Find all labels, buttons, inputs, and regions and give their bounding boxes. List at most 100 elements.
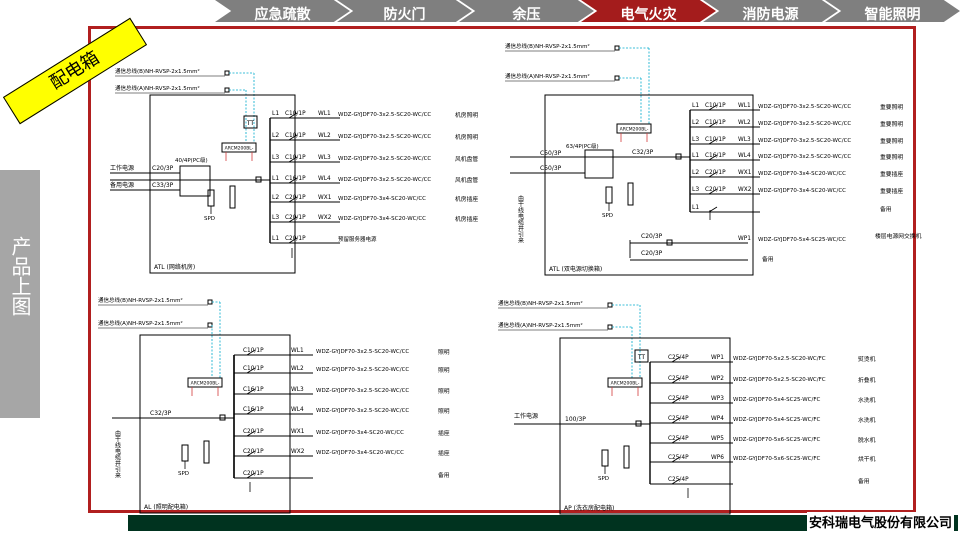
cable-spec: WDZ-GYJDF70-5x4-SC25-WC/FC	[733, 417, 821, 423]
spd-label: SPD	[204, 216, 215, 222]
circuit-id: WX2	[318, 215, 332, 221]
box-label: AP (洗衣房配电箱)	[564, 504, 614, 512]
circuit-id: WP2	[711, 376, 724, 382]
circuit-id: WP6	[711, 455, 724, 461]
load-label: 烘干机	[858, 455, 876, 463]
surge-device	[623, 445, 630, 469]
cable-spec: WDZ-GYJDF70-5x2.5-SC20-WC/FC	[733, 356, 826, 362]
terminal-b	[607, 302, 613, 308]
phase-label: L3	[692, 136, 699, 143]
load-label: 重要插座	[880, 187, 903, 195]
meter-label: ARCM200BL-	[191, 381, 220, 387]
spd-device	[605, 186, 613, 204]
feeder-source-label: 由干线电缆井引来	[517, 194, 524, 244]
phase-label: L1	[272, 175, 279, 182]
cable-spec: WDZ-GYJDF70-3x4-SC20-WC/CC	[338, 216, 426, 222]
load-label: 重要照明	[880, 120, 903, 128]
load-label: 重要照明	[880, 103, 903, 111]
load-label: 楼层电源网交换机	[875, 232, 922, 240]
cable-spec: WDZ-GYJDF70-3x2.5-SC20-WC/CC	[758, 121, 851, 127]
spd-device	[207, 189, 215, 207]
meter-label: ARCM200BL-	[225, 146, 254, 152]
circuit-id: WX2	[738, 187, 752, 193]
aux-terminal	[666, 239, 673, 246]
circuit-id: WL3	[318, 155, 331, 161]
ats-label: 40/4P(PC级)	[175, 156, 208, 164]
main-breaker-label: C32/3P	[632, 149, 654, 156]
phase-label: L2	[272, 194, 279, 201]
source-work-label: 工作电源	[514, 412, 538, 420]
terminal-a	[224, 87, 230, 93]
load-label: 插座	[438, 449, 450, 457]
load-label: 熨烫机	[858, 355, 876, 363]
circuit-id: WX1	[291, 429, 305, 435]
surge-device	[627, 182, 634, 206]
load-label: 照明	[438, 367, 450, 374]
spd-label: SPD	[602, 213, 613, 219]
aux-breaker-2: C20/3P	[641, 250, 663, 257]
cable-spec: WDZ-GYJDF70-3x4-SC20-WC/CC	[758, 171, 846, 177]
source-backup-label: 备用电源	[110, 181, 134, 189]
cable-spec: WDZ-GYJDF70-3x2.5-SC20-WC/CC	[338, 177, 431, 183]
surge-device	[203, 440, 210, 464]
incoming-breaker-1: C50/3P	[540, 150, 562, 157]
phase-label: L3	[692, 186, 699, 193]
circuit-id: WL1	[291, 348, 304, 354]
cable-spec: WDZ-GYJDF70-3x4-SC20-WC/CC	[338, 196, 426, 202]
circuit-id: WL1	[738, 103, 751, 109]
source-work-label: 工作电源	[110, 164, 134, 172]
load-label: 折叠机	[858, 376, 876, 384]
load-label: 机房照明	[455, 133, 478, 141]
meter-label: ARCM200BL-	[611, 381, 640, 387]
load-label: 水洗机	[858, 416, 876, 424]
circuit-id: WP4	[711, 416, 724, 422]
load-label: 插座	[438, 429, 450, 437]
circuit-id: WL4	[318, 176, 331, 182]
terminal-b	[224, 70, 230, 76]
load-label: 水洗机	[858, 396, 876, 404]
terminal-a	[614, 75, 620, 81]
comm-bus-b-label: 通信总线(B)NH-RVSP-2x1.5mm²	[98, 296, 183, 304]
cable-spec: WDZ-GYJDF70-3x2.5-SC20-WC/CC	[316, 367, 409, 373]
circuit-id: WX2	[291, 449, 305, 455]
spd-device	[601, 449, 609, 467]
meter-label: ARCM200BL-	[620, 127, 649, 133]
incoming-breaker-2: C50/3P	[540, 165, 562, 172]
circuit-id: WP3	[711, 396, 724, 402]
spd-label: SPD	[178, 471, 189, 477]
cable-spec: WDZ-GYJDF70-3x2.5-SC20-WC/CC	[316, 408, 409, 414]
comm-bus-a-label: 通信总线(A)NH-RVSP-2x1.5mm²	[505, 72, 590, 80]
phase-label: L1	[692, 204, 699, 211]
cable-spec: WDZ-GYJDF70-3x4-SC20-WC/CC	[316, 450, 404, 456]
spd-label: SPD	[598, 476, 609, 482]
box-label: AL (照明配电箱)	[144, 503, 188, 511]
cable-spec: WDZ-GYJDF70-3x2.5-SC20-WC/CC	[758, 104, 851, 110]
circuit-id: WP1	[738, 236, 751, 242]
circuit-id: WP1	[711, 355, 724, 361]
phase-label: L3	[272, 214, 279, 221]
circuit-id: WL4	[291, 407, 304, 413]
load-label: 机房插座	[455, 195, 478, 203]
load-label: 照明	[438, 408, 450, 415]
circuit-id: WL2	[738, 120, 751, 126]
cable-spec: WDZ-GYJDF70-5x6-SC25-WC/FC	[733, 437, 821, 443]
wiring-diagram: 通信总线(B)NH-RVSP-2x1.5mm² 通信总线(A)NH-RVSP-2x…	[98, 42, 922, 515]
terminal-b	[207, 299, 213, 305]
terminal-a	[207, 322, 213, 328]
load-label: 照明	[438, 388, 450, 395]
phase-label: L1	[692, 152, 699, 159]
load-label: 备用	[762, 255, 774, 263]
load-label: 重要照明	[880, 153, 903, 161]
phase-label: L1	[272, 110, 279, 117]
surge-device	[229, 185, 236, 209]
cable-spec: WDZ-GYJDF70-3x2.5-SC20-WC/CC	[338, 134, 431, 140]
cable-spec: WDZ-GYJDF70-3x2.5-SC20-WC/CC	[316, 349, 409, 355]
cable-spec: WDZ-GYJDF70-3x2.5-SC20-WC/CC	[758, 138, 851, 144]
terminal-b	[614, 45, 620, 51]
load-label: 重要插座	[880, 170, 903, 178]
cable-spec: WDZ-GYJDF70-3x2.5-SC20-WC/CC	[338, 112, 431, 118]
comm-bus-b-label: 通信总线(B)NH-RVSP-2x1.5mm²	[115, 67, 200, 75]
load-label: 机房插座	[455, 215, 478, 223]
feeder-source-label: 由干线电缆井引来	[114, 429, 121, 479]
load-label: 备用	[858, 477, 870, 485]
